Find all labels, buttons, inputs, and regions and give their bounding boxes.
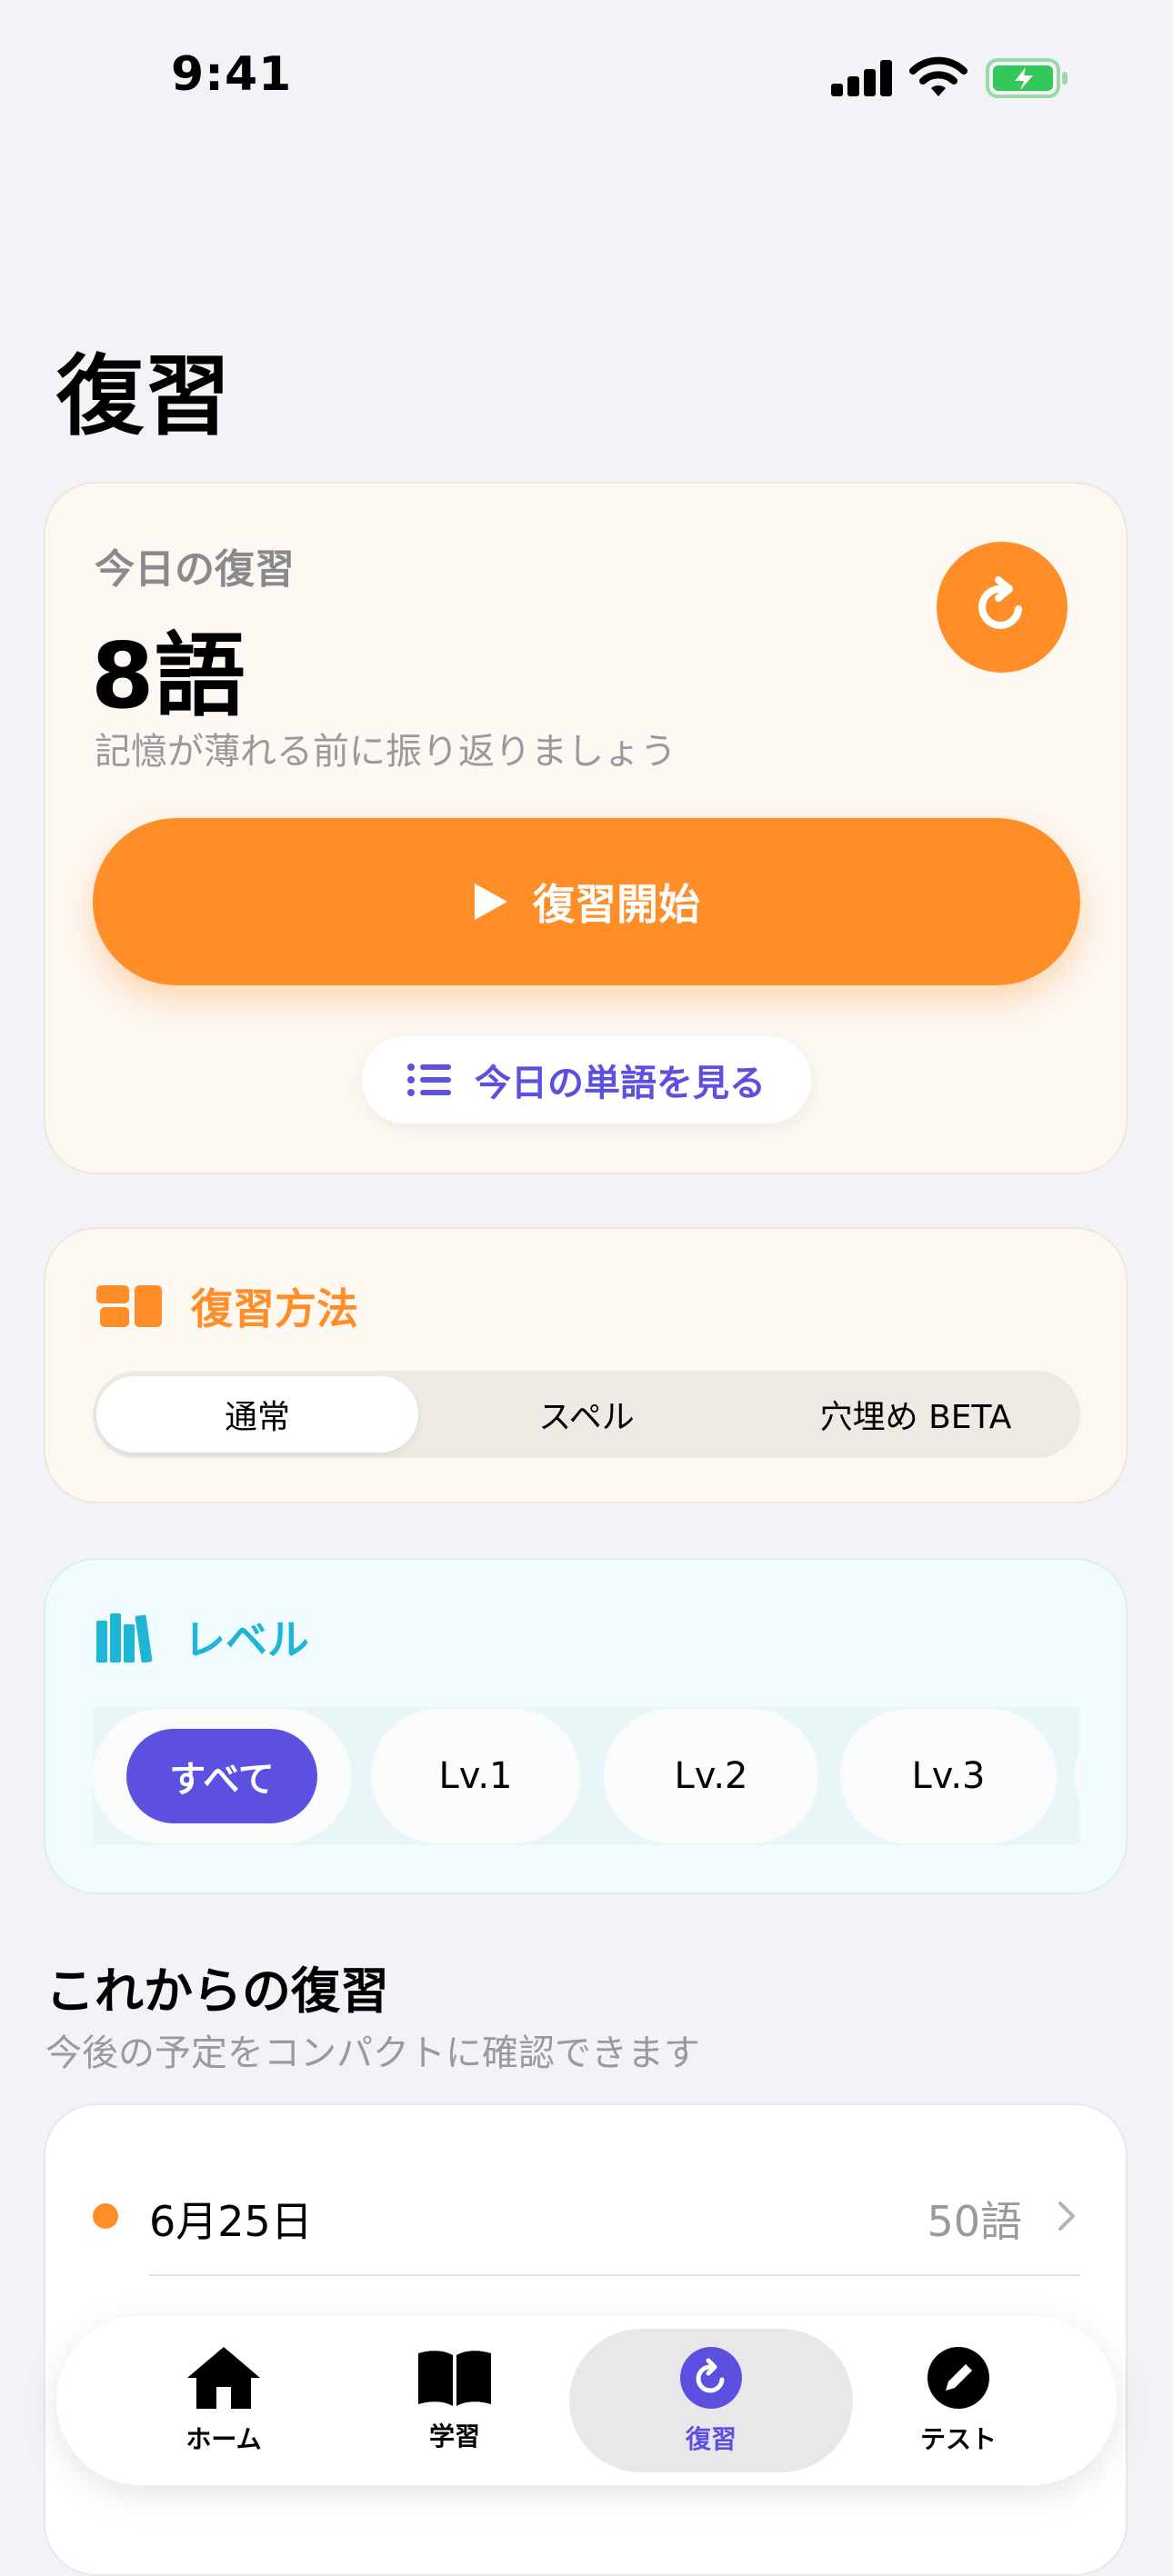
today-label: 今日の復習 — [95, 546, 295, 593]
books-icon — [96, 1613, 153, 1662]
chevron-right-icon — [1058, 2202, 1075, 2231]
upcoming-title: これからの復習 — [45, 1962, 389, 2020]
layout-icon — [96, 1285, 162, 1327]
review-method-card — [44, 1227, 1128, 1503]
level-chip-lv1[interactable]: Lv.1 — [371, 1709, 580, 1843]
tab-study-label: 学習 — [428, 2421, 480, 2451]
status-dot — [93, 2203, 118, 2229]
review-method-title: 復習方法 — [191, 1284, 358, 1333]
book-icon — [418, 2351, 491, 2406]
battery-icon — [986, 58, 1068, 98]
refresh-icon — [978, 576, 1022, 629]
review-method-segmented-control: 通常 スペル 穴埋め BETA — [93, 1371, 1080, 1458]
wifi-icon — [909, 56, 967, 96]
signal-icon — [831, 60, 893, 96]
play-icon — [475, 884, 507, 920]
level-title: レベル — [184, 1615, 309, 1664]
level-chip-lv3[interactable]: Lv.3 — [840, 1709, 1057, 1843]
method-option-fill-blank[interactable]: 穴埋め BETA — [755, 1376, 1077, 1453]
tab-study[interactable]: 学習 — [318, 2329, 591, 2472]
level-chip-all-label: すべて — [126, 1729, 317, 1823]
tab-bar: ホーム 学習 復習 テスト — [56, 2316, 1117, 2485]
start-review-label: 復習開始 — [533, 880, 700, 929]
row-count: 50語 — [927, 2197, 1022, 2246]
tab-test-label: テスト — [919, 2424, 997, 2454]
row-date: 6月25日 — [149, 2197, 313, 2246]
view-words-label: 今日の単語を見る — [475, 1063, 766, 1104]
tab-home-label: ホーム — [185, 2424, 262, 2454]
tab-review[interactable]: 復習 — [569, 2329, 853, 2472]
review-method-header: 復習方法 — [96, 1276, 358, 1336]
home-icon — [187, 2347, 260, 2409]
today-subtitle: 記憶が薄れる前に振り返りましょう — [95, 731, 677, 773]
upcoming-subtitle: 今後の予定をコンパクトに確認できます — [45, 2032, 700, 2074]
today-count: 8語 — [91, 623, 246, 729]
level-header: レベル — [96, 1607, 309, 1667]
level-chip-row: すべて Lv.1 Lv.2 Lv.3 — [93, 1707, 1080, 1845]
view-today-words-button[interactable]: 今日の単語を見る — [362, 1036, 811, 1123]
level-chip-lv2[interactable]: Lv.2 — [604, 1709, 818, 1843]
method-option-spell[interactable]: スペル — [426, 1376, 747, 1453]
refresh-button[interactable] — [937, 542, 1068, 673]
method-option-normal[interactable]: 通常 — [96, 1376, 418, 1453]
review-icon — [680, 2347, 742, 2409]
pencil-icon — [927, 2347, 989, 2409]
page-title: 復習 — [56, 345, 231, 447]
list-icon — [407, 1063, 451, 1096]
tab-test[interactable]: テスト — [822, 2329, 1095, 2472]
level-chip-all[interactable]: すべて — [93, 1709, 351, 1843]
start-review-button[interactable]: 復習開始 — [93, 818, 1080, 985]
level-chip-next[interactable] — [1075, 1709, 1080, 1843]
divider — [149, 2274, 1080, 2276]
tab-review-label: 復習 — [685, 2424, 737, 2454]
list-item[interactable]: 6月25日 50語 — [44, 2171, 1128, 2261]
status-time: 9:41 — [171, 47, 293, 102]
